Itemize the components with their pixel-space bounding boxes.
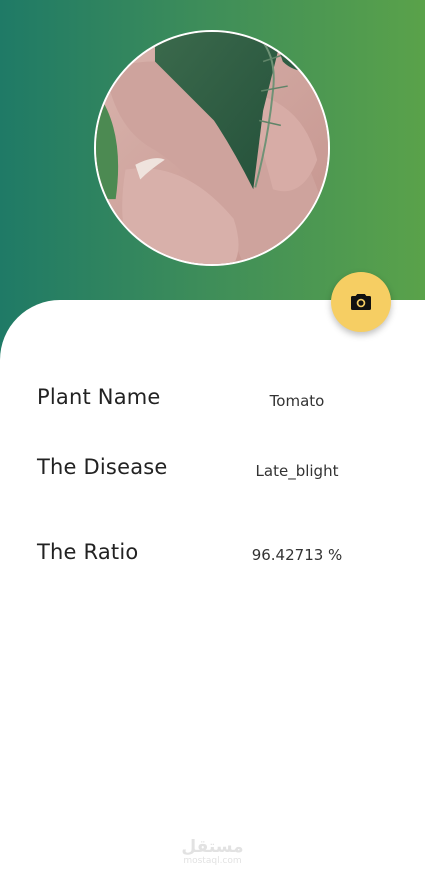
camera-button[interactable] bbox=[331, 272, 391, 332]
watermark-logo-text: مستقل bbox=[181, 837, 244, 857]
disease-value: Late_blight bbox=[255, 462, 339, 480]
ratio-label: The Ratio bbox=[37, 540, 139, 564]
watermark-url: mostaql.com bbox=[183, 856, 242, 866]
plant-name-value: Tomato bbox=[269, 392, 325, 410]
ratio-value: 96.42713 % bbox=[251, 546, 343, 564]
disease-label: The Disease bbox=[37, 455, 168, 479]
screen: Plant Name Tomato The Disease Late_bligh… bbox=[0, 0, 425, 883]
watermark: مستقل mostaql.com bbox=[150, 838, 275, 866]
plant-photo bbox=[94, 30, 330, 266]
camera-icon bbox=[351, 294, 371, 310]
leaf-photo-image bbox=[96, 32, 328, 264]
plant-name-label: Plant Name bbox=[37, 385, 161, 409]
